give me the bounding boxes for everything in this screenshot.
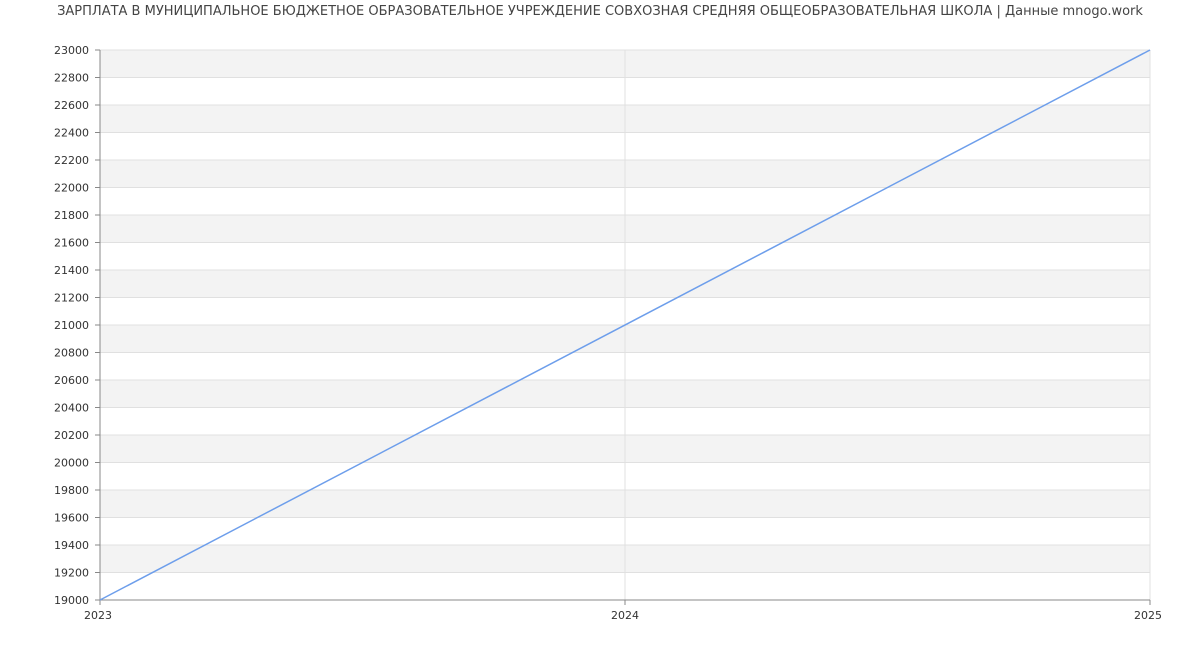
x-tick-label: 2025 — [1134, 609, 1162, 622]
y-tick-label: 21400 — [54, 264, 89, 277]
y-tick-label: 19400 — [54, 539, 89, 552]
y-tick-label: 21200 — [54, 292, 89, 305]
y-tick-label: 20800 — [54, 347, 89, 360]
y-tick-label: 22800 — [54, 72, 89, 85]
y-tick-label: 19800 — [54, 484, 89, 497]
y-tick-label: 21600 — [54, 237, 89, 250]
y-tick-label: 19600 — [54, 512, 89, 525]
y-tick-label: 23000 — [54, 44, 89, 57]
y-axis-tick-labels: 19000 19200 19400 19600 19800 20000 20200 20400… — [54, 44, 89, 607]
x-tick-label: 2024 — [611, 609, 639, 622]
x-axis-tick-labels: 2023 2024 2025 — [84, 609, 1162, 622]
y-tick-label: 20400 — [54, 402, 89, 415]
y-tick-label: 21000 — [54, 319, 89, 332]
y-tick-label: 20200 — [54, 429, 89, 442]
x-tick-label: 2023 — [84, 609, 112, 622]
y-tick-label: 21800 — [54, 209, 89, 222]
y-tick-label: 22400 — [54, 127, 89, 140]
y-tick-label: 20000 — [54, 457, 89, 470]
y-tick-label: 22200 — [54, 154, 89, 167]
y-tick-label: 19000 — [54, 594, 89, 607]
y-tick-label: 19200 — [54, 567, 89, 580]
line-chart: 19000 19200 19400 19600 19800 20000 20200 20400… — [54, 44, 1162, 622]
y-tick-label: 20600 — [54, 374, 89, 387]
y-tick-label: 22000 — [54, 182, 89, 195]
y-tick-label: 22600 — [54, 99, 89, 112]
